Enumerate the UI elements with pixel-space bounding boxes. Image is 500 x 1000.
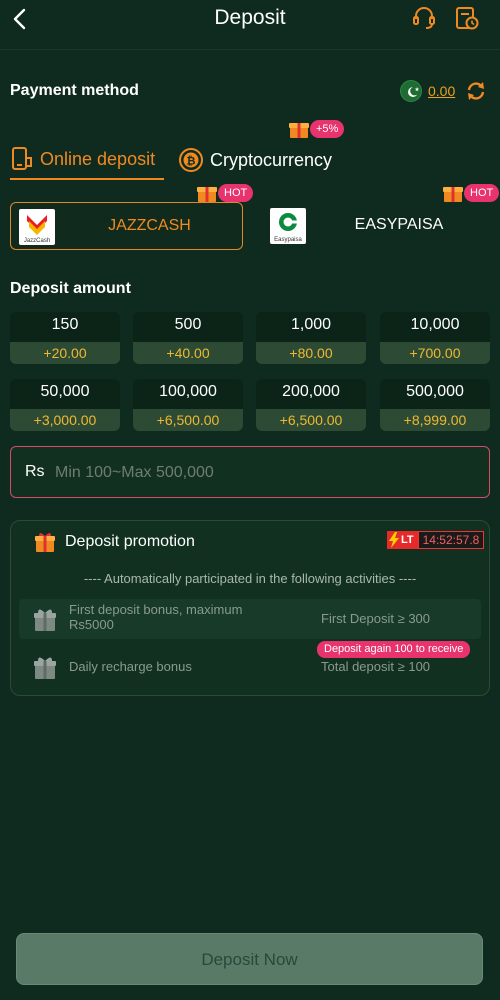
promotion-item-condition: First Deposit ≥ 300	[321, 611, 431, 626]
gift-icon	[289, 123, 309, 138]
pakistan-flag-icon	[400, 80, 422, 102]
currency-label: Rs	[25, 463, 45, 480]
promotion-subtitle: ---- Automatically participated in the f…	[83, 571, 417, 586]
crypto-bonus-text: +5%	[310, 120, 345, 138]
promotion-item-name: Daily recharge bonus	[69, 659, 192, 674]
gift-icon	[443, 187, 463, 202]
amount-input-box: Rs	[10, 446, 490, 498]
deposit-promotion-card: Deposit promotion LT 14:52:57.8 ---- Aut…	[10, 520, 490, 696]
amount-option[interactable]: 150 +20.00	[10, 312, 120, 364]
amount-option[interactable]: 50,000 +3,000.00	[10, 379, 120, 431]
countdown-timer: 14:52:57.8	[417, 531, 485, 549]
promotion-item-name: First deposit bonus, maximum Rs5000	[69, 602, 243, 632]
phone-icon	[12, 147, 32, 170]
easypaisa-logo: Easypaisa	[270, 208, 306, 244]
deposit-now-button[interactable]: Deposit Now	[16, 933, 483, 985]
method-jazzcash[interactable]: JazzCash JAZZCASH	[10, 202, 243, 250]
lt-badge: LT	[387, 531, 418, 549]
promotion-item-condition: Total deposit ≥ 100	[321, 659, 431, 674]
promotion-item-note: Deposit again 100 to receive	[317, 641, 471, 658]
deposit-amount-label: Deposit amount	[10, 280, 131, 297]
jazzcash-logo: JazzCash	[19, 209, 55, 245]
amount-input[interactable]	[55, 459, 475, 487]
bitcoin-icon: ₿	[179, 148, 203, 172]
easypaisa-hot-badge: HOT	[442, 182, 500, 204]
tab-cryptocurrency-label: Cryptocurrency	[210, 149, 333, 170]
tab-online-deposit-label: Online deposit	[40, 148, 156, 169]
easypaisa-label: EASYPAISA	[354, 216, 444, 233]
promotion-timer: LT 14:52:57.8	[387, 531, 485, 549]
tab-cryptocurrency[interactable]: ₿ Cryptocurrency	[178, 140, 332, 180]
promotion-item: First deposit bonus, maximum Rs5000 Firs…	[19, 599, 481, 639]
method-easypaisa[interactable]: Easypaisa EASYPAISA	[262, 202, 490, 250]
amount-option[interactable]: 500,000 +8,999.00	[380, 379, 490, 431]
header: Deposit	[0, 0, 500, 50]
amount-option[interactable]: 1,000 +80.00	[256, 312, 366, 364]
gift-icon	[34, 609, 56, 631]
refresh-icon[interactable]	[465, 80, 487, 102]
payment-method-label: Payment method	[10, 82, 139, 99]
amount-option[interactable]: 10,000 +700.00	[380, 312, 490, 364]
jazzcash-label: JAZZCASH	[108, 217, 191, 234]
amount-option[interactable]: 500 +40.00	[133, 312, 243, 364]
tab-online-deposit[interactable]: Online deposit	[10, 140, 164, 180]
amount-option[interactable]: 100,000 +6,500.00	[133, 379, 243, 431]
balance-value[interactable]: 0.00	[428, 83, 455, 99]
lightning-icon	[389, 532, 399, 548]
customer-service-icon[interactable]	[410, 4, 438, 32]
promotion-title: Deposit promotion	[65, 533, 195, 550]
deposit-type-tabs: Online deposit ₿ Cryptocurrency	[10, 140, 490, 182]
gift-icon	[197, 187, 217, 202]
gift-icon	[35, 533, 55, 552]
gift-icon	[34, 657, 56, 679]
jazzcash-hot-badge: HOT	[196, 182, 254, 204]
history-icon[interactable]	[453, 4, 481, 32]
crypto-bonus-badge: +5%	[288, 118, 345, 140]
amount-option[interactable]: 200,000 +6,500.00	[256, 379, 366, 431]
promotion-header: Deposit promotion	[33, 530, 195, 554]
svg-text:₿: ₿	[187, 156, 196, 168]
balance-display: 0.00	[400, 80, 487, 102]
